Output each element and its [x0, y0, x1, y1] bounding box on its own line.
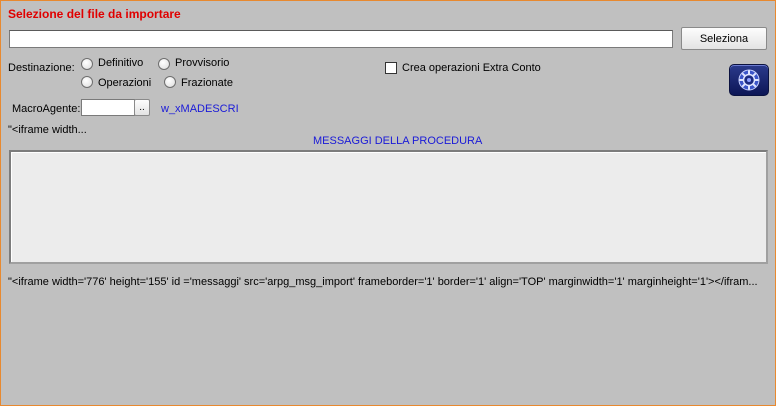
radio-operazioni-label[interactable]: Operazioni — [98, 77, 151, 89]
radio-definitivo-label[interactable]: Definitivo — [98, 57, 143, 69]
macroagente-input[interactable] — [81, 99, 135, 116]
seleziona-button[interactable]: Seleziona — [681, 27, 767, 50]
macroagente-browse-button[interactable]: .. — [134, 99, 150, 116]
messages-title: MESSAGGI DELLA PROCEDURA — [313, 135, 483, 147]
extra-conto-checkbox[interactable] — [385, 62, 397, 74]
file-path-input[interactable] — [9, 30, 673, 48]
section-title: Selezione del file da importare — [8, 7, 181, 21]
radio-operazioni[interactable] — [81, 76, 93, 88]
iframe-placeholder-long: "<iframe width='776' height='155' id ='m… — [8, 276, 758, 288]
macroagente-label: MacroAgente: — [12, 103, 81, 115]
iframe-placeholder-short: "<iframe width... — [8, 124, 87, 136]
macroagente-description: w_xMADESCRI — [161, 103, 239, 115]
extra-conto-label[interactable]: Crea operazioni Extra Conto — [402, 62, 541, 74]
radio-provvisorio-label[interactable]: Provvisorio — [175, 57, 229, 69]
gear-icon — [738, 69, 760, 91]
radio-frazionate[interactable] — [164, 76, 176, 88]
radio-definitivo[interactable] — [81, 58, 93, 70]
import-panel: Selezione del file da importare Selezion… — [0, 0, 776, 406]
destinazione-label: Destinazione: — [8, 62, 75, 74]
run-import-button[interactable] — [729, 64, 769, 96]
radio-provvisorio[interactable] — [158, 58, 170, 70]
radio-frazionate-label[interactable]: Frazionate — [181, 77, 233, 89]
messages-area — [9, 150, 768, 264]
